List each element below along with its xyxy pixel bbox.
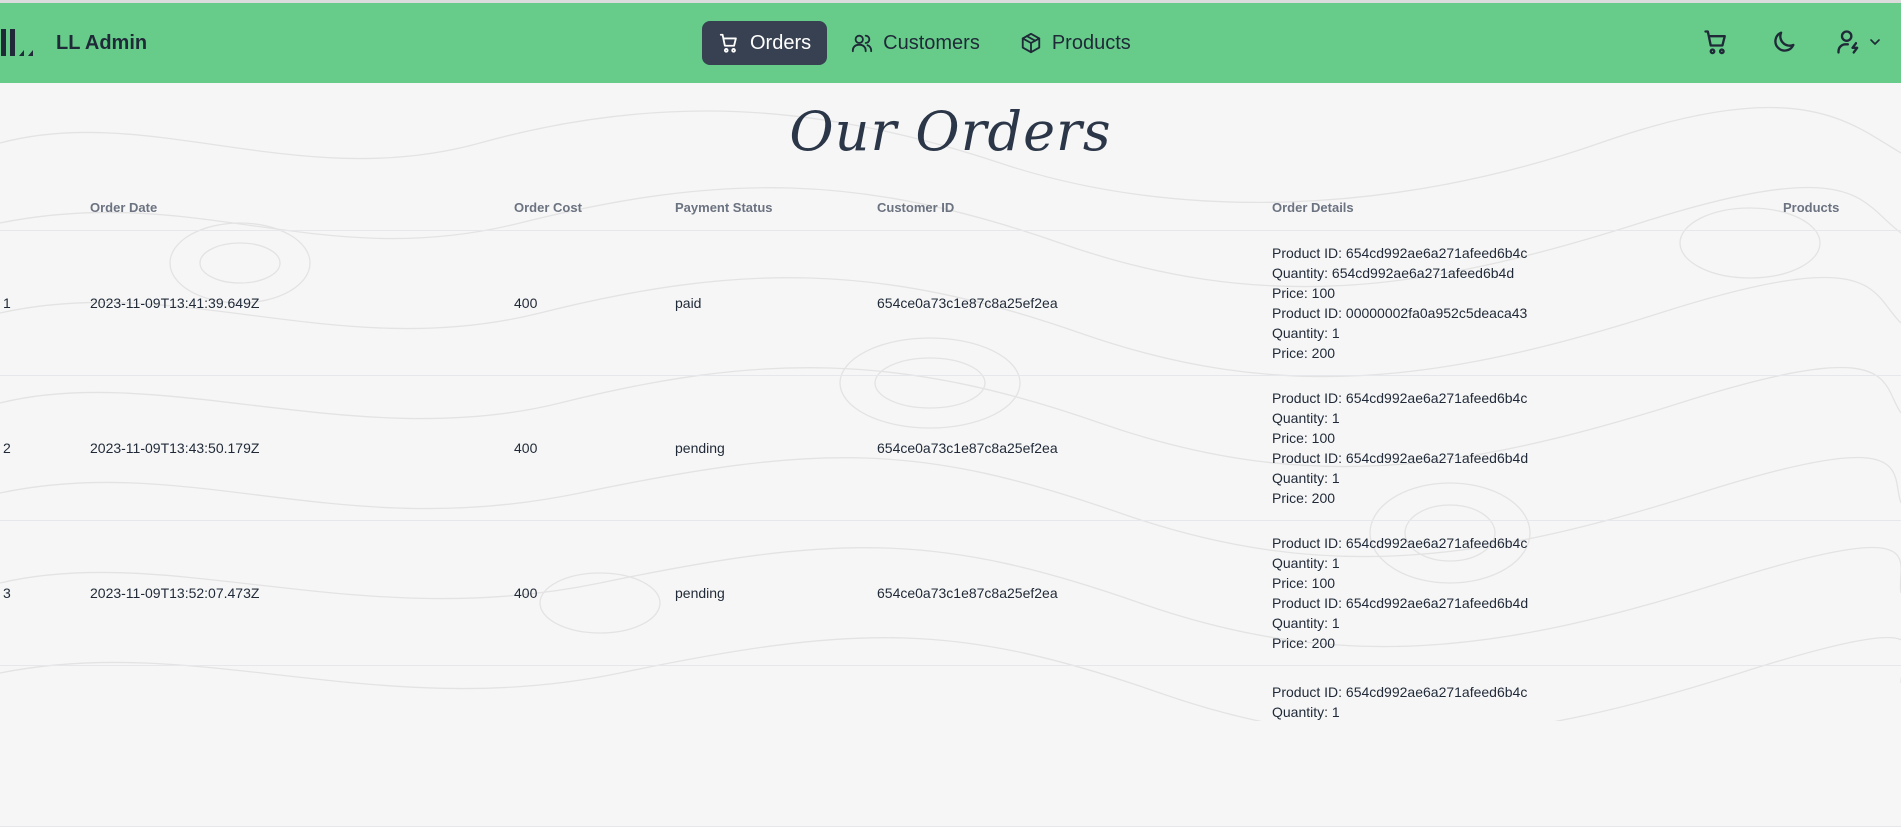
detail-line: Quantity: 654cd992ae6a271afeed6b4d: [1272, 265, 1515, 281]
order-details: Product ID: 654cd992ae6a271afeed6b4c Qua…: [1272, 665, 1783, 827]
navbar: LL Admin Orders Customers Products: [0, 3, 1901, 83]
nav-products-label: Products: [1051, 31, 1131, 54]
detail-line: Price: 200: [1272, 345, 1336, 361]
detail-line: Product ID: 654cd992ae6a271afeed6b4c: [1272, 245, 1528, 261]
table-row[interactable]: 3 2023-11-09T13:52:07.473Z 400 pending 6…: [0, 520, 1901, 666]
theme-toggle[interactable]: [1767, 25, 1801, 59]
col-order-date: Order Date: [90, 184, 514, 231]
nav-orders-label: Orders: [750, 31, 812, 54]
products-cell: [1783, 520, 1901, 666]
table-header-row: Order Date Order Cost Payment Status Cus…: [0, 184, 1901, 231]
order-date: 2023-11-09T13:52:07.473Z: [90, 520, 514, 666]
row-index: [0, 665, 90, 827]
detail-line: Quantity: 1: [1272, 325, 1340, 341]
customer-id: 654ce0a73c1e87c8a25ef2ea: [877, 230, 1272, 376]
detail-line: Product ID: 654cd992ae6a271afeed6b4d: [1272, 595, 1529, 611]
orders-table: Order Date Order Cost Payment Status Cus…: [0, 184, 1901, 827]
order-details: Product ID: 654cd992ae6a271afeed6b4c Qua…: [1272, 230, 1783, 376]
orders-page: Our Orders Order Date Order Cost Payment…: [0, 93, 1901, 827]
customer-id: 654ce0a73c1e87c8a25ef2ea: [877, 520, 1272, 666]
order-details: Product ID: 654cd992ae6a271afeed6b4c Qua…: [1272, 375, 1783, 521]
detail-line: Product ID: 654cd992ae6a271afeed6b4c: [1272, 390, 1528, 406]
brand-name: LL Admin: [56, 31, 148, 54]
brand[interactable]: LL Admin: [0, 23, 147, 63]
col-products: Products: [1783, 184, 1901, 231]
cart-icon: [1704, 30, 1726, 55]
detail-line: Product ID: 654cd992ae6a271afeed6b4c: [1272, 535, 1528, 551]
products-cell: [1783, 230, 1901, 376]
payment-status: pending: [675, 375, 877, 521]
order-cost: 400: [514, 520, 675, 666]
payment-status: pending: [675, 520, 877, 666]
detail-line: Price: 100: [1272, 285, 1336, 301]
detail-line: Price: 200: [1272, 635, 1336, 651]
nav-customers[interactable]: Customers: [835, 21, 996, 65]
order-cost: [514, 665, 675, 827]
detail-line: Price: 200: [1272, 490, 1336, 506]
table-row[interactable]: 2 2023-11-09T13:43:50.179Z 400 pending 6…: [0, 375, 1901, 521]
payment-status: paid: [675, 230, 877, 376]
customer-id: [877, 665, 1272, 827]
detail-line: Quantity: 1: [1272, 410, 1340, 426]
nav-orders[interactable]: Orders: [702, 21, 828, 65]
nav-actions: [1699, 25, 1883, 59]
cart-button[interactable]: [1699, 25, 1733, 59]
order-date: 2023-11-09T13:41:39.649Z: [90, 230, 514, 376]
user-menu[interactable]: [1835, 28, 1883, 56]
table-row[interactable]: 1 2023-11-09T13:41:39.649Z 400 paid 654c…: [0, 230, 1901, 376]
col-index: [0, 184, 90, 231]
detail-line: Price: 100: [1272, 575, 1336, 591]
detail-line: Quantity: 1: [1272, 470, 1340, 486]
order-details: Product ID: 654cd992ae6a271afeed6b4c Qua…: [1272, 520, 1783, 666]
chevron-down-icon: [1870, 39, 1880, 45]
detail-line: Price: 100: [1272, 430, 1336, 446]
user-icon: [1837, 30, 1859, 54]
products-cell: [1783, 665, 1901, 827]
products-cell: [1783, 375, 1901, 521]
order-date: 2023-11-09T13:43:50.179Z: [90, 375, 514, 521]
row-index: 1: [0, 230, 90, 376]
customer-id: 654ce0a73c1e87c8a25ef2ea: [877, 375, 1272, 521]
row-index: 2: [0, 375, 90, 521]
detail-line: Product ID: 00000002fa0a952c5deaca43: [1272, 305, 1528, 321]
row-index: 3: [0, 520, 90, 666]
nav-products[interactable]: Products: [1004, 21, 1147, 65]
nav-customers-label: Customers: [883, 31, 980, 54]
page-title: Our Orders: [789, 100, 1112, 163]
logo-icon: [1, 29, 33, 56]
col-order-details: Order Details: [1272, 184, 1783, 231]
col-payment-status: Payment Status: [675, 184, 877, 231]
col-order-cost: Order Cost: [514, 184, 675, 231]
box-icon: [1021, 32, 1040, 54]
order-date: [90, 665, 514, 827]
main-nav: Orders Customers Products: [702, 21, 1147, 65]
detail-line: Quantity: 1: [1272, 704, 1340, 720]
table-row[interactable]: Product ID: 654cd992ae6a271afeed6b4c Qua…: [0, 665, 1901, 827]
order-cost: 400: [514, 230, 675, 376]
detail-line: Quantity: 1: [1272, 615, 1340, 631]
payment-status: [675, 665, 877, 827]
moon-icon: [1774, 31, 1795, 52]
cart-icon: [719, 33, 737, 53]
detail-line: Product ID: 654cd992ae6a271afeed6b4d: [1272, 450, 1529, 466]
col-customer-id: Customer ID: [877, 184, 1272, 231]
detail-line: Product ID: 654cd992ae6a271afeed6b4c: [1272, 684, 1528, 700]
detail-line: Quantity: 1: [1272, 555, 1340, 571]
order-cost: 400: [514, 375, 675, 521]
users-icon: [852, 34, 873, 53]
